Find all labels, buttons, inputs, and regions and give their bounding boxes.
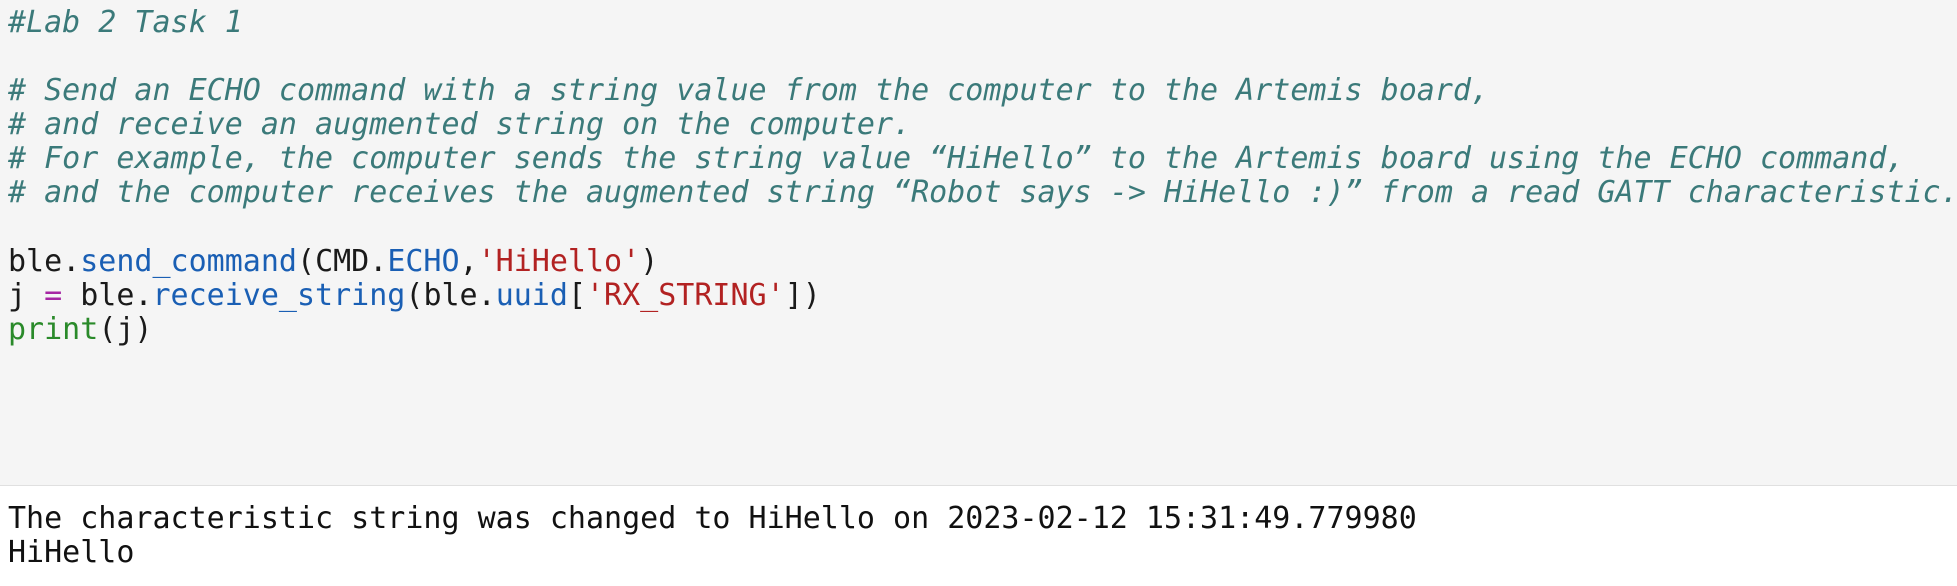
code-token: ble xyxy=(423,278,478,313)
code-comment-line: # and the computer receives the augmente… xyxy=(8,175,1957,210)
code-token: (j) xyxy=(98,312,153,347)
output-line: HiHello xyxy=(8,535,135,570)
code-token: j xyxy=(8,278,27,313)
code-token: uuid xyxy=(495,278,568,313)
code-token: ) xyxy=(640,244,659,279)
code-token: . xyxy=(134,278,153,313)
code-comment-line: #Lab 2 Task 1 xyxy=(8,5,243,40)
code-token: , xyxy=(459,244,478,279)
code-comment-line: # and receive an augmented string on the… xyxy=(8,107,912,142)
code-token: . xyxy=(62,244,81,279)
code-line-receive-string: j = ble.receive_string(ble.uuid['RX_STRI… xyxy=(8,279,821,313)
code-token: ]) xyxy=(784,278,821,313)
code-line-send-command: ble.send_command(CMD.ECHO,'HiHello') xyxy=(8,245,658,279)
code-token: CMD xyxy=(315,244,370,279)
code-cell-input[interactable]: #Lab 2 Task 1 # Send an ECHO command wit… xyxy=(0,0,1957,486)
code-line-print: print(j) xyxy=(8,313,153,347)
code-token: = xyxy=(44,278,63,313)
code-token: receive_string xyxy=(152,278,406,313)
code-token: 'HiHello' xyxy=(477,244,641,279)
code-comment-line: # Send an ECHO command with a string val… xyxy=(8,73,1490,108)
code-token: ( xyxy=(297,244,316,279)
output-line: The characteristic string was changed to… xyxy=(8,501,1417,536)
notebook-cell: #Lab 2 Task 1 # Send an ECHO command wit… xyxy=(0,0,1957,586)
code-token: print xyxy=(8,312,99,347)
code-token: . xyxy=(477,278,496,313)
code-token: ble xyxy=(8,244,63,279)
code-token: ( xyxy=(405,278,424,313)
code-token: ECHO xyxy=(387,244,460,279)
code-token: send_command xyxy=(80,244,297,279)
code-token: ble xyxy=(80,278,135,313)
cell-output: The characteristic string was changed to… xyxy=(0,487,1957,586)
code-token: [ xyxy=(567,278,586,313)
code-comment-line: # For example, the computer sends the st… xyxy=(8,141,1905,176)
code-token: 'RX_STRING' xyxy=(586,278,785,313)
code-token: . xyxy=(369,244,388,279)
